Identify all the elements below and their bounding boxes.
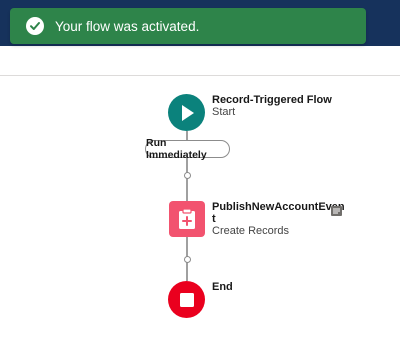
create-records-subtitle: Create Records <box>212 225 290 237</box>
add-element-dot-1[interactable] <box>183 172 191 179</box>
end-node-title: End <box>212 281 233 293</box>
connector-path-to-create <box>186 158 188 201</box>
toast-message: Your flow was activated. <box>55 18 200 34</box>
end-node[interactable] <box>168 281 205 318</box>
run-immediately-path-label[interactable]: Run Immediately <box>145 137 230 161</box>
create-records-title-line2: t <box>212 213 216 225</box>
create-records-title-line1: PublishNewAccountEven <box>212 201 345 213</box>
stop-icon <box>179 292 194 307</box>
start-node[interactable] <box>168 94 205 131</box>
success-check-icon <box>26 17 44 35</box>
success-toast: Your flow was activated. <box>10 8 366 44</box>
create-records-node[interactable] <box>169 201 205 237</box>
start-node-title: Record-Triggered Flow <box>212 94 332 106</box>
play-icon <box>181 104 194 121</box>
start-node-subtitle: Start <box>212 106 236 118</box>
toolbar-bar <box>0 46 400 76</box>
description-icon[interactable] <box>331 206 342 216</box>
create-records-icon <box>179 208 195 229</box>
add-element-dot-2[interactable] <box>183 256 191 263</box>
